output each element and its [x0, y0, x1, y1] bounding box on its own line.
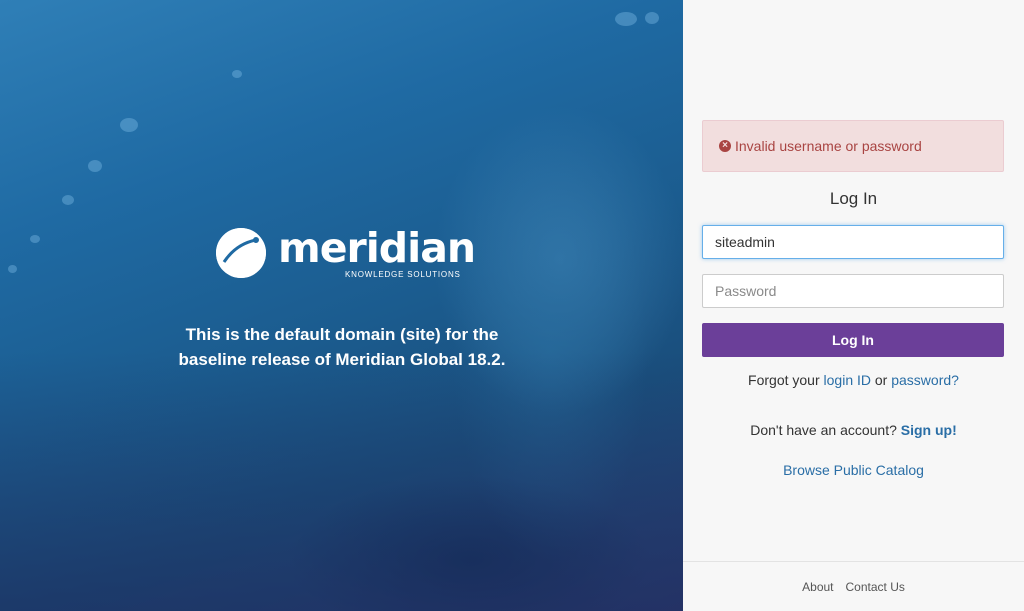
no-account-text: Don't have an account?: [750, 422, 901, 438]
forgot-credentials-line: Forgot your login ID or password?: [683, 372, 1024, 388]
about-link[interactable]: About: [802, 580, 833, 594]
contact-us-link[interactable]: Contact Us: [846, 580, 905, 594]
error-circle-icon: ×: [719, 140, 731, 152]
brand-name: meridian: [278, 224, 476, 272]
login-title: Log In: [829, 189, 878, 208]
hero-panel: meridian KNOWLEDGE SOLUTIONS This is the…: [0, 0, 683, 611]
error-alert: × Invalid username or password: [702, 120, 1004, 172]
bokeh-light: [120, 118, 138, 132]
password-input[interactable]: [702, 274, 1004, 308]
login-button[interactable]: Log In: [702, 323, 1004, 357]
brand-subtitle: KNOWLEDGE SOLUTIONS: [345, 270, 461, 279]
bokeh-light: [62, 195, 74, 205]
error-message: Invalid username or password: [735, 138, 922, 154]
bokeh-light: [30, 235, 40, 243]
bokeh-light: [615, 12, 637, 26]
site-tagline: This is the default domain (site) for th…: [160, 322, 524, 372]
catalog-line: Browse Public Catalog: [683, 462, 1024, 478]
browse-catalog-link[interactable]: Browse Public Catalog: [783, 462, 924, 478]
username-input[interactable]: [702, 225, 1004, 259]
tagline-line-2: baseline release of Meridian Global 18.2…: [178, 350, 506, 369]
forgot-login-id-link[interactable]: login ID: [824, 372, 871, 388]
signup-line: Don't have an account? Sign up!: [683, 422, 1024, 438]
forgot-password-link[interactable]: password?: [891, 372, 959, 388]
bokeh-light: [8, 265, 17, 273]
tagline-line-1: This is the default domain (site) for th…: [185, 325, 499, 344]
bokeh-light: [232, 70, 242, 78]
signup-link[interactable]: Sign up!: [901, 422, 957, 438]
login-panel: × Invalid username or password Log In Lo…: [683, 0, 1024, 611]
hero-stairs-shade: [0, 351, 683, 611]
forgot-prefix-text: Forgot your: [748, 372, 824, 388]
footer: About Contact Us: [683, 561, 1024, 611]
bokeh-light: [88, 160, 102, 172]
forgot-or-text: or: [871, 372, 892, 388]
meridian-logo: meridian KNOWLEDGE SOLUTIONS: [216, 224, 476, 286]
bokeh-light: [645, 12, 659, 24]
meridian-logo-mark-icon: [216, 228, 266, 278]
